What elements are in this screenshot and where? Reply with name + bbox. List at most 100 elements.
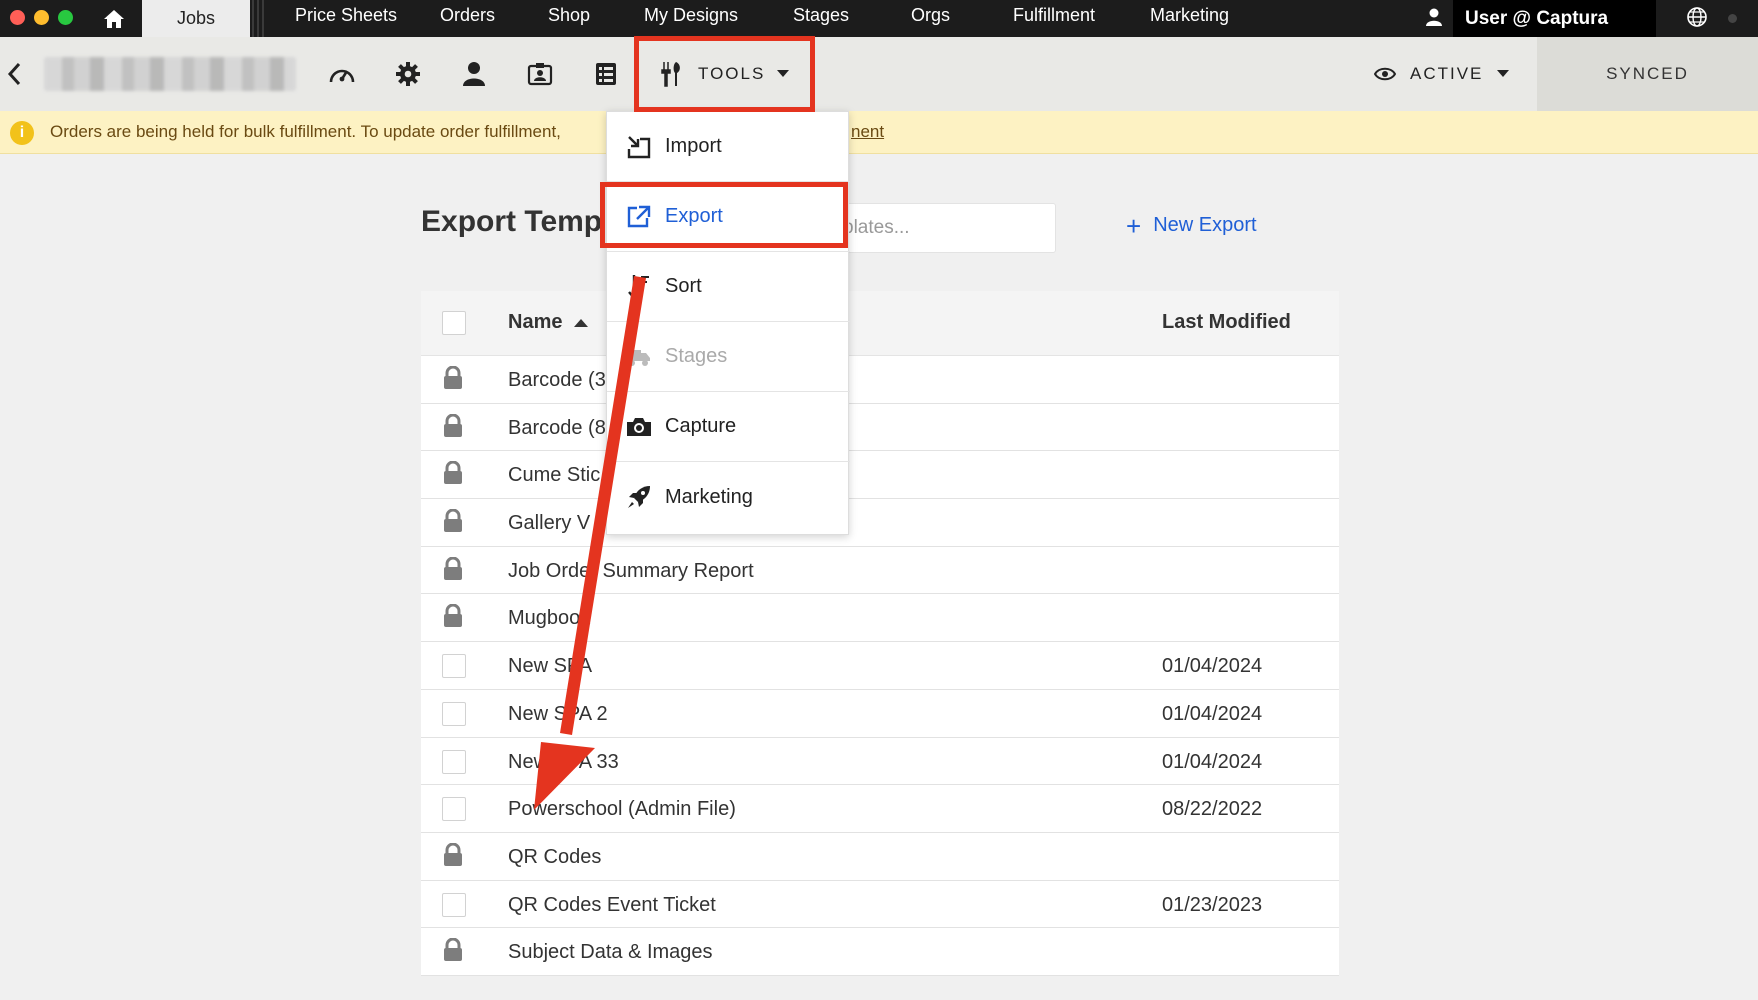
sync-status[interactable]: SYNCED xyxy=(1537,37,1758,111)
fulfillment-alert-banner: i Orders are being held for bulk fulfill… xyxy=(0,111,1758,154)
row-checkbox[interactable] xyxy=(442,654,466,679)
menu-item-import[interactable]: Import xyxy=(607,112,850,182)
page-title: Export Temp xyxy=(421,205,603,238)
template-name: Barcode (3 xyxy=(508,369,606,391)
info-icon: i xyxy=(10,121,34,145)
truck-icon xyxy=(625,343,653,371)
home-button[interactable] xyxy=(98,0,130,37)
name-column-header[interactable]: Name xyxy=(508,311,589,334)
menu-item-capture[interactable]: Capture xyxy=(607,392,850,462)
table-row[interactable]: Job Order Summary Report xyxy=(421,546,1339,595)
job-name-breadcrumb[interactable] xyxy=(44,57,296,91)
menu-item-stages: Stages xyxy=(607,322,850,392)
id-cards-button[interactable] xyxy=(523,57,557,91)
select-all-checkbox[interactable] xyxy=(442,311,466,335)
menu-item-sort[interactable]: Sort xyxy=(607,252,850,322)
minimize-window-button[interactable] xyxy=(34,10,49,25)
language-button[interactable] xyxy=(1686,6,1708,33)
template-name: New SPA 2 xyxy=(508,702,608,725)
close-window-button[interactable] xyxy=(10,10,25,25)
new-export-button[interactable]: + New Export xyxy=(1126,213,1257,239)
home-icon xyxy=(104,9,124,28)
nav-divider xyxy=(252,0,254,37)
subjects-button[interactable] xyxy=(457,57,491,91)
menu-item-label: Capture xyxy=(665,415,737,437)
table-row[interactable]: New SPA 01/04/2024 xyxy=(421,642,1339,690)
template-name: QR Codes Event Ticket xyxy=(508,893,716,916)
rocket-icon xyxy=(625,483,653,511)
active-filter-dropdown[interactable]: ACTIVE xyxy=(1374,57,1510,91)
lock-icon xyxy=(443,842,463,872)
table-row[interactable]: New SPA 33 01/04/2024 xyxy=(421,737,1339,786)
alert-link[interactable]: nent xyxy=(851,122,884,142)
table-row[interactable]: Barcode (3 xyxy=(421,356,1339,404)
eye-icon xyxy=(1374,67,1396,81)
template-name: Job Order Summary Report xyxy=(508,559,754,582)
template-name: QR Codes xyxy=(508,845,602,868)
job-toolbar: TOOLS ACTIVE SYNCED xyxy=(0,37,1758,111)
tools-dropdown-menu: Import Export Sort Stages Capture Market… xyxy=(606,111,850,535)
last-modified-column-header[interactable]: Last Modified xyxy=(1162,311,1291,334)
nav-price-sheets[interactable]: Price Sheets xyxy=(295,0,397,37)
nav-orders[interactable]: Orders xyxy=(440,0,495,37)
row-checkbox[interactable] xyxy=(442,701,466,726)
menu-item-label: Sort xyxy=(665,275,702,297)
table-row[interactable]: New SPA 2 01/04/2024 xyxy=(421,689,1339,738)
status-dot xyxy=(1728,14,1737,23)
dashboard-button[interactable] xyxy=(325,57,359,91)
new-export-label: New Export xyxy=(1153,214,1257,236)
last-modified-date: 01/04/2024 xyxy=(1162,655,1263,678)
table-row[interactable]: Gallery V xyxy=(421,499,1339,547)
settings-button[interactable] xyxy=(391,57,425,91)
tab-jobs[interactable]: Jobs xyxy=(142,0,250,37)
template-name: Barcode (8 xyxy=(508,416,606,439)
template-name: Subject Data & Images xyxy=(508,941,713,964)
table-row[interactable]: Subject Data & Images xyxy=(421,928,1339,976)
table-header: Name Last Modified xyxy=(421,291,1339,356)
menu-item-label: Stages xyxy=(665,345,728,367)
template-name: New SPA xyxy=(508,655,593,678)
last-modified-date: 01/04/2024 xyxy=(1162,702,1263,725)
row-checkbox[interactable] xyxy=(442,749,466,774)
lock-icon xyxy=(443,460,463,490)
user-icon xyxy=(1424,7,1444,32)
export-icon xyxy=(625,203,653,231)
table-row[interactable]: QR Codes Event Ticket 01/23/2023 xyxy=(421,880,1339,929)
menu-item-label: Marketing xyxy=(665,485,753,508)
table-row[interactable]: Cume Stic xyxy=(421,451,1339,500)
nav-orgs[interactable]: Orgs xyxy=(911,0,950,37)
nav-shop[interactable]: Shop xyxy=(548,0,590,37)
person-icon xyxy=(463,62,485,86)
nav-marketing[interactable]: Marketing xyxy=(1150,0,1229,37)
row-checkbox[interactable] xyxy=(442,797,466,822)
menu-item-label: Import xyxy=(665,135,722,157)
nav-fulfillment[interactable]: Fulfillment xyxy=(1013,0,1095,37)
chevron-left-icon xyxy=(7,62,21,86)
nav-stages[interactable]: Stages xyxy=(793,0,849,37)
row-checkbox[interactable] xyxy=(442,892,466,917)
table-body: Barcode (3 Barcode (8 Cume Stic Gallery V Jo… xyxy=(421,356,1339,976)
lock-icon xyxy=(443,556,463,586)
lock-icon xyxy=(443,508,463,538)
nav-my-designs[interactable]: My Designs xyxy=(644,0,738,37)
name-header-label: Name xyxy=(508,311,563,333)
export-templates-table: Name Last Modified Barcode (3 Barcode (8 C… xyxy=(421,291,1339,976)
menu-item-export[interactable]: Export xyxy=(607,182,850,252)
reports-button[interactable] xyxy=(589,57,623,91)
table-row[interactable]: Powerschool (Admin File) 08/22/2022 xyxy=(421,785,1339,833)
zoom-window-button[interactable] xyxy=(58,10,73,25)
menu-item-marketing[interactable]: Marketing xyxy=(607,462,850,532)
tab-jobs-label: Jobs xyxy=(176,8,216,28)
camera-icon xyxy=(625,413,653,441)
last-modified-date: 01/23/2023 xyxy=(1162,893,1263,916)
lock-icon xyxy=(443,937,463,967)
user-name: User @ Captura xyxy=(1465,8,1609,29)
template-name: New SPA 33 xyxy=(508,750,619,773)
back-button[interactable] xyxy=(6,61,24,92)
list-document-icon xyxy=(596,63,616,85)
table-row[interactable]: Mugbook xyxy=(421,594,1339,643)
tools-menu-button[interactable]: TOOLS xyxy=(644,43,804,105)
user-menu-button[interactable]: User @ Captura xyxy=(1453,0,1656,37)
table-row[interactable]: Barcode (8 xyxy=(421,403,1339,452)
table-row[interactable]: QR Codes xyxy=(421,832,1339,881)
